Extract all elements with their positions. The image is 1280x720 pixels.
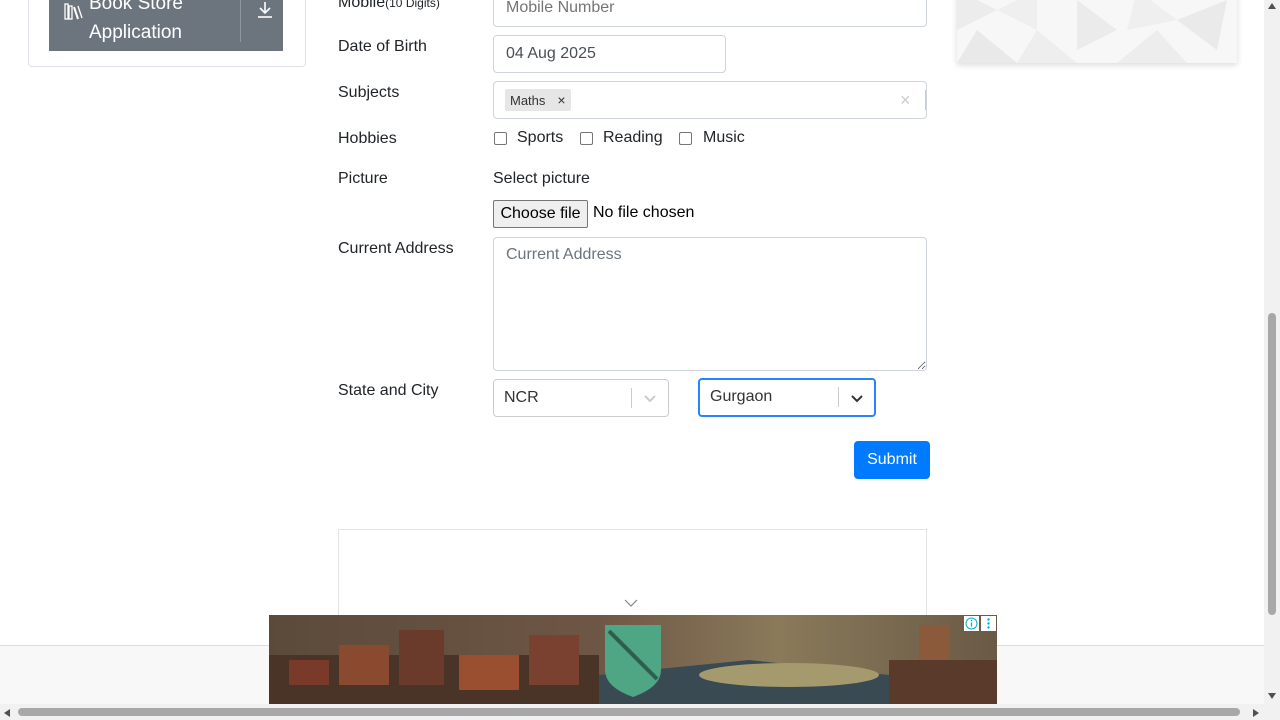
scrollbar-corner [1264, 704, 1280, 720]
chevron-down-icon[interactable] [849, 390, 865, 406]
hobby-music-label[interactable]: Music [703, 129, 745, 147]
horizontal-scrollbar-thumb[interactable] [18, 708, 1240, 716]
dob-value: 04 Aug 2025 [506, 45, 596, 62]
hobby-sports-checkbox[interactable] [494, 132, 507, 145]
city-value: Gurgaon [710, 388, 773, 405]
dob-input[interactable]: 04 Aug 2025 [493, 35, 726, 73]
side-advertisement[interactable] [957, 0, 1237, 63]
scroll-up-icon[interactable] [1267, 2, 1277, 10]
hobby-reading-checkbox[interactable] [580, 132, 593, 145]
scroll-down-icon[interactable] [1267, 692, 1277, 700]
hobby-music-checkbox[interactable] [679, 132, 692, 145]
divider [240, 0, 241, 42]
current-address-label: Current Address [338, 240, 454, 257]
banner-advertisement[interactable] [269, 615, 997, 704]
subject-chip: Maths × [505, 89, 572, 111]
current-address-textarea[interactable] [493, 237, 927, 371]
banner-image [269, 615, 997, 704]
mobile-input[interactable] [493, 0, 927, 27]
ad-info-icon[interactable] [964, 616, 979, 631]
city-select[interactable]: Gurgaon [698, 378, 876, 417]
picture-label: Picture [338, 170, 388, 187]
separator [631, 388, 632, 408]
state-value: NCR [504, 389, 539, 406]
ad-pattern [957, 0, 1227, 63]
scroll-left-icon[interactable] [3, 708, 11, 718]
separator [838, 387, 839, 407]
ad-menu-icon[interactable] [981, 616, 996, 631]
books-icon [64, 3, 83, 20]
sidebar-item-label: Book Store Application [89, 0, 183, 43]
dob-label: Date of Birth [338, 38, 427, 55]
mobile-label: Mobile(10 Digits) [338, 0, 440, 11]
hobbies-label: Hobbies [338, 130, 397, 147]
chevron-down-icon[interactable] [624, 598, 638, 608]
state-city-label: State and City [338, 382, 439, 399]
hobby-reading-label[interactable]: Reading [603, 129, 663, 147]
submit-button[interactable]: Submit [854, 441, 930, 479]
select-picture-label: Select picture [493, 170, 590, 187]
state-select[interactable]: NCR [493, 379, 669, 417]
advertisement-frame [338, 529, 927, 629]
scroll-right-icon[interactable] [1252, 708, 1260, 718]
subject-chip-label: Maths [510, 92, 546, 108]
clear-icon[interactable]: × [900, 90, 911, 111]
download-icon[interactable] [256, 0, 274, 20]
sidebar-item-book-store[interactable]: Book Store Application [49, 0, 283, 51]
remove-chip-icon[interactable]: × [551, 89, 571, 111]
choose-file-button[interactable]: Choose file [493, 200, 588, 228]
vertical-scrollbar-thumb[interactable] [1268, 313, 1276, 615]
hobby-sports-label[interactable]: Sports [517, 129, 563, 147]
chevron-down-icon[interactable] [642, 390, 658, 406]
subjects-label: Subjects [338, 84, 400, 101]
file-status: No file chosen [593, 204, 695, 221]
separator [925, 90, 926, 110]
subjects-input[interactable]: Maths × × [493, 81, 927, 119]
